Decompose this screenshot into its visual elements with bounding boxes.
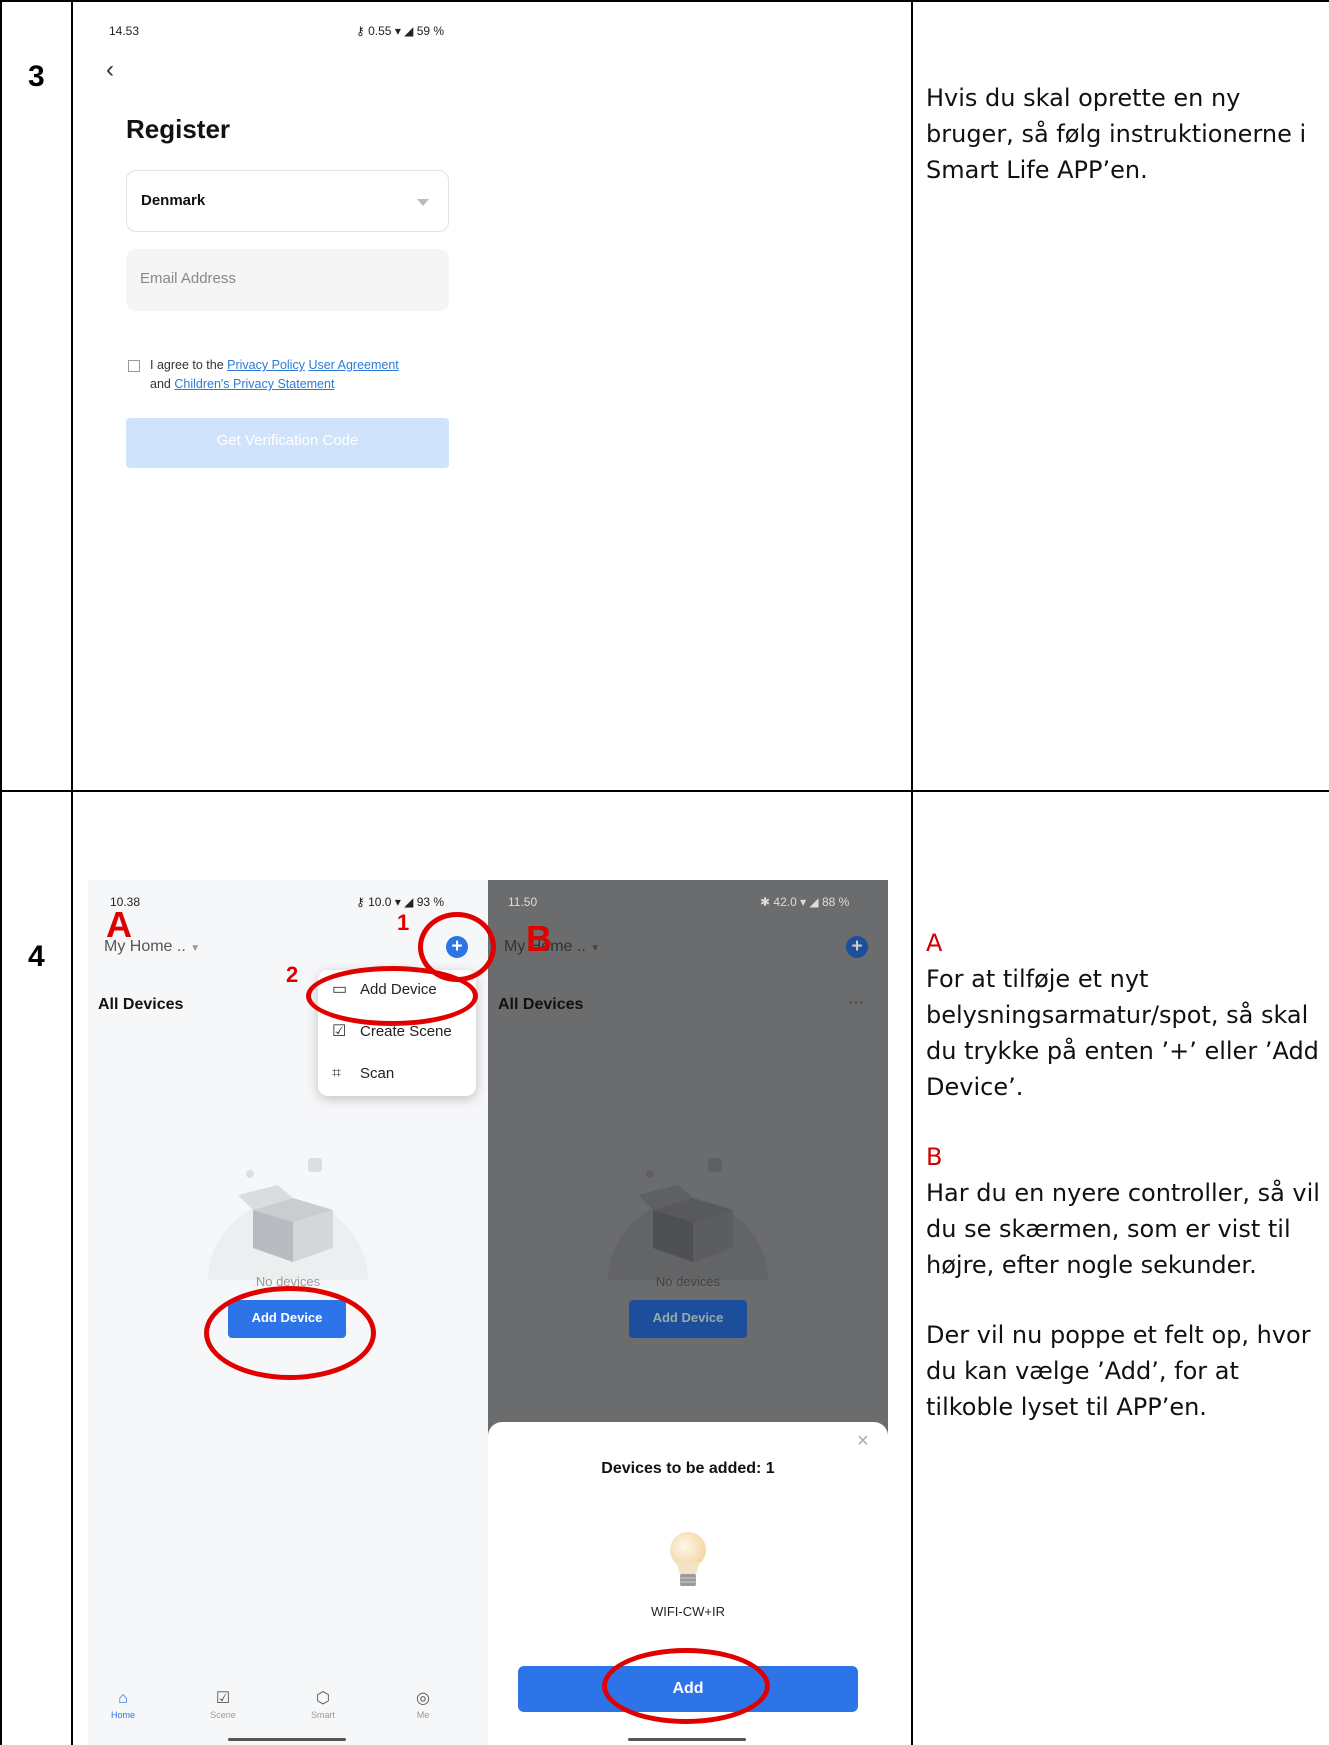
profile-icon: ◎ (416, 1690, 430, 1707)
more-options-icon[interactable]: ··· (848, 994, 864, 1012)
menu-item-label: Scan (360, 1065, 395, 1082)
country-value: Denmark (141, 192, 206, 209)
menu-item-scan[interactable]: ⌗ Scan (318, 1056, 476, 1094)
add-plus-button[interactable]: + (846, 936, 868, 958)
instruction-paragraph-a: For at tilføje et nyt belysningsarmatur/… (926, 965, 1319, 1101)
childrens-privacy-link[interactable]: Children's Privacy Statement (174, 377, 334, 391)
instruction-text-step-3: Hvis du skal oprette en ny bruger, så fø… (926, 80, 1321, 222)
empty-box-illustration (208, 1158, 368, 1280)
home-screen-b: 11.50 ✱ 42.0 ▾ ◢ 88 % My Home .. ▼ + All… (488, 880, 888, 1745)
heading-b: B (926, 1143, 943, 1171)
tab-label: Scene (210, 1710, 236, 1720)
agree-label: I agree to the (150, 358, 224, 372)
heading-a: A (926, 929, 943, 957)
bottom-tab-bar: ⌂ Home ☑ Scene ⬡ Smart ◎ Me (88, 1690, 488, 1745)
tab-label: Smart (310, 1710, 335, 1720)
status-icons: ⚷ 10.0 ▾ ◢ 93 % (356, 895, 445, 909)
email-field[interactable]: Email Address (126, 249, 449, 311)
table-col-divider-1 (71, 0, 73, 1745)
scan-icon: ⌗ (332, 1065, 342, 1082)
agree-text: I agree to the Privacy Policy User Agree… (150, 356, 450, 394)
step-number-4: 4 (28, 940, 45, 973)
step-number-3: 3 (28, 60, 45, 93)
annotation-1: 1 (397, 910, 410, 935)
privacy-policy-link[interactable]: Privacy Policy (227, 358, 305, 372)
annotation-a: A (106, 904, 132, 945)
instruction-text-step-4: A For at tilføje et nyt belysningsarmatu… (926, 925, 1321, 1459)
status-icons: ⚷ 0.55 ▾ ◢ 59 % (356, 24, 445, 38)
highlight-add-button (602, 1648, 770, 1724)
status-time: 11.50 (508, 895, 538, 909)
instruction-paragraph-c: Der vil nu poppe et felt op, hvor du kan… (926, 1321, 1311, 1421)
tab-home[interactable]: ⌂ Home (103, 1690, 143, 1720)
sheet-title: Devices to be added: 1 (601, 1460, 775, 1477)
home-icon: ⌂ (118, 1690, 128, 1707)
home-selector[interactable]: My Home .. ▼ (504, 938, 600, 956)
tab-me[interactable]: ◎ Me (403, 1690, 443, 1720)
table-border-left (0, 0, 2, 1745)
status-time: 14.53 (109, 24, 140, 38)
annotation-2: 2 (286, 962, 299, 987)
table-border-middle (0, 790, 1329, 792)
light-bulb-icon (670, 1532, 706, 1586)
caret-down-icon: ▼ (590, 943, 601, 954)
chevron-down-icon (417, 199, 429, 206)
get-verification-code-button[interactable]: Get Verification Code (126, 418, 449, 468)
scene-icon: ☑ (215, 1690, 231, 1707)
table-col-divider-2 (911, 0, 913, 1745)
all-devices-title: All Devices (498, 996, 584, 1013)
close-icon[interactable]: × (857, 1430, 869, 1453)
back-chevron-icon[interactable]: ‹ (106, 56, 114, 84)
all-devices-title: All Devices (98, 996, 184, 1013)
annotation-b: B (526, 918, 552, 959)
tab-scene[interactable]: ☑ Scene (203, 1690, 243, 1720)
caret-down-icon: ▼ (190, 943, 201, 954)
user-agreement-link[interactable]: User Agreement (308, 358, 398, 372)
tab-label: Home (110, 1710, 135, 1720)
email-placeholder: Email Address (140, 270, 236, 287)
empty-box-illustration (608, 1158, 768, 1280)
tab-label: Me (416, 1710, 430, 1720)
register-screen: 14.53 ⚷ 0.55 ▾ ◢ 59 % ‹ Register Denmark… (88, 2, 468, 788)
smart-icon: ⬡ (316, 1690, 330, 1707)
country-select[interactable]: Denmark (126, 170, 449, 232)
status-icons: ✱ 42.0 ▾ ◢ 88 % (760, 895, 850, 909)
tab-smart[interactable]: ⬡ Smart (303, 1690, 343, 1720)
add-device-button[interactable]: Add Device (629, 1300, 747, 1338)
agree-and: and (150, 377, 171, 391)
instruction-paragraph-b: Har du en nyere controller, så vil du se… (926, 1179, 1320, 1279)
highlight-add-device-button (204, 1286, 376, 1380)
home-indicator (628, 1738, 746, 1741)
agree-checkbox[interactable] (128, 360, 140, 372)
instruction-paragraph: Hvis du skal oprette en ny bruger, så fø… (926, 84, 1307, 184)
page-title: Register (126, 114, 231, 144)
highlight-add-device-menu (306, 966, 478, 1026)
no-devices-text: No devices (655, 1274, 721, 1289)
device-name: WIFI-CW+IR (650, 1604, 725, 1619)
home-indicator (228, 1738, 346, 1741)
create-scene-icon: ☑ (332, 1023, 347, 1040)
